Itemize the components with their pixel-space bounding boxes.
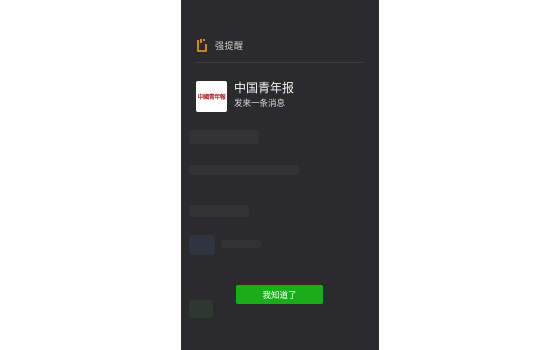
reminder-header: 强提醒 (196, 36, 244, 54)
avatar-logo-text: 中國青年報 (197, 94, 226, 101)
alarm-bell-icon (197, 39, 207, 52)
notification-item[interactable]: 中國青年報 中国青年报 发来一条消息 (196, 81, 294, 112)
background-content (189, 205, 249, 217)
sender-name: 中国青年报 (234, 81, 295, 95)
sender-avatar: 中國青年報 (196, 81, 227, 112)
background-content (221, 240, 261, 248)
notification-message: 发来一条消息 (234, 99, 286, 109)
screenshot-canvas: 强提醒 中國青年報 中国青年报 发来一条消息 我知道了 (0, 0, 560, 350)
strong-reminder-screen: 强提醒 中國青年報 中国青年报 发来一条消息 我知道了 (181, 0, 379, 350)
background-content (189, 300, 213, 318)
reminder-label: 强提醒 (215, 41, 244, 52)
background-content (189, 130, 259, 144)
divider (195, 62, 363, 63)
notification-text: 中国青年报 发来一条消息 (234, 81, 294, 111)
background-content (189, 235, 215, 255)
background-content (189, 165, 299, 175)
acknowledge-button[interactable]: 我知道了 (236, 285, 323, 304)
